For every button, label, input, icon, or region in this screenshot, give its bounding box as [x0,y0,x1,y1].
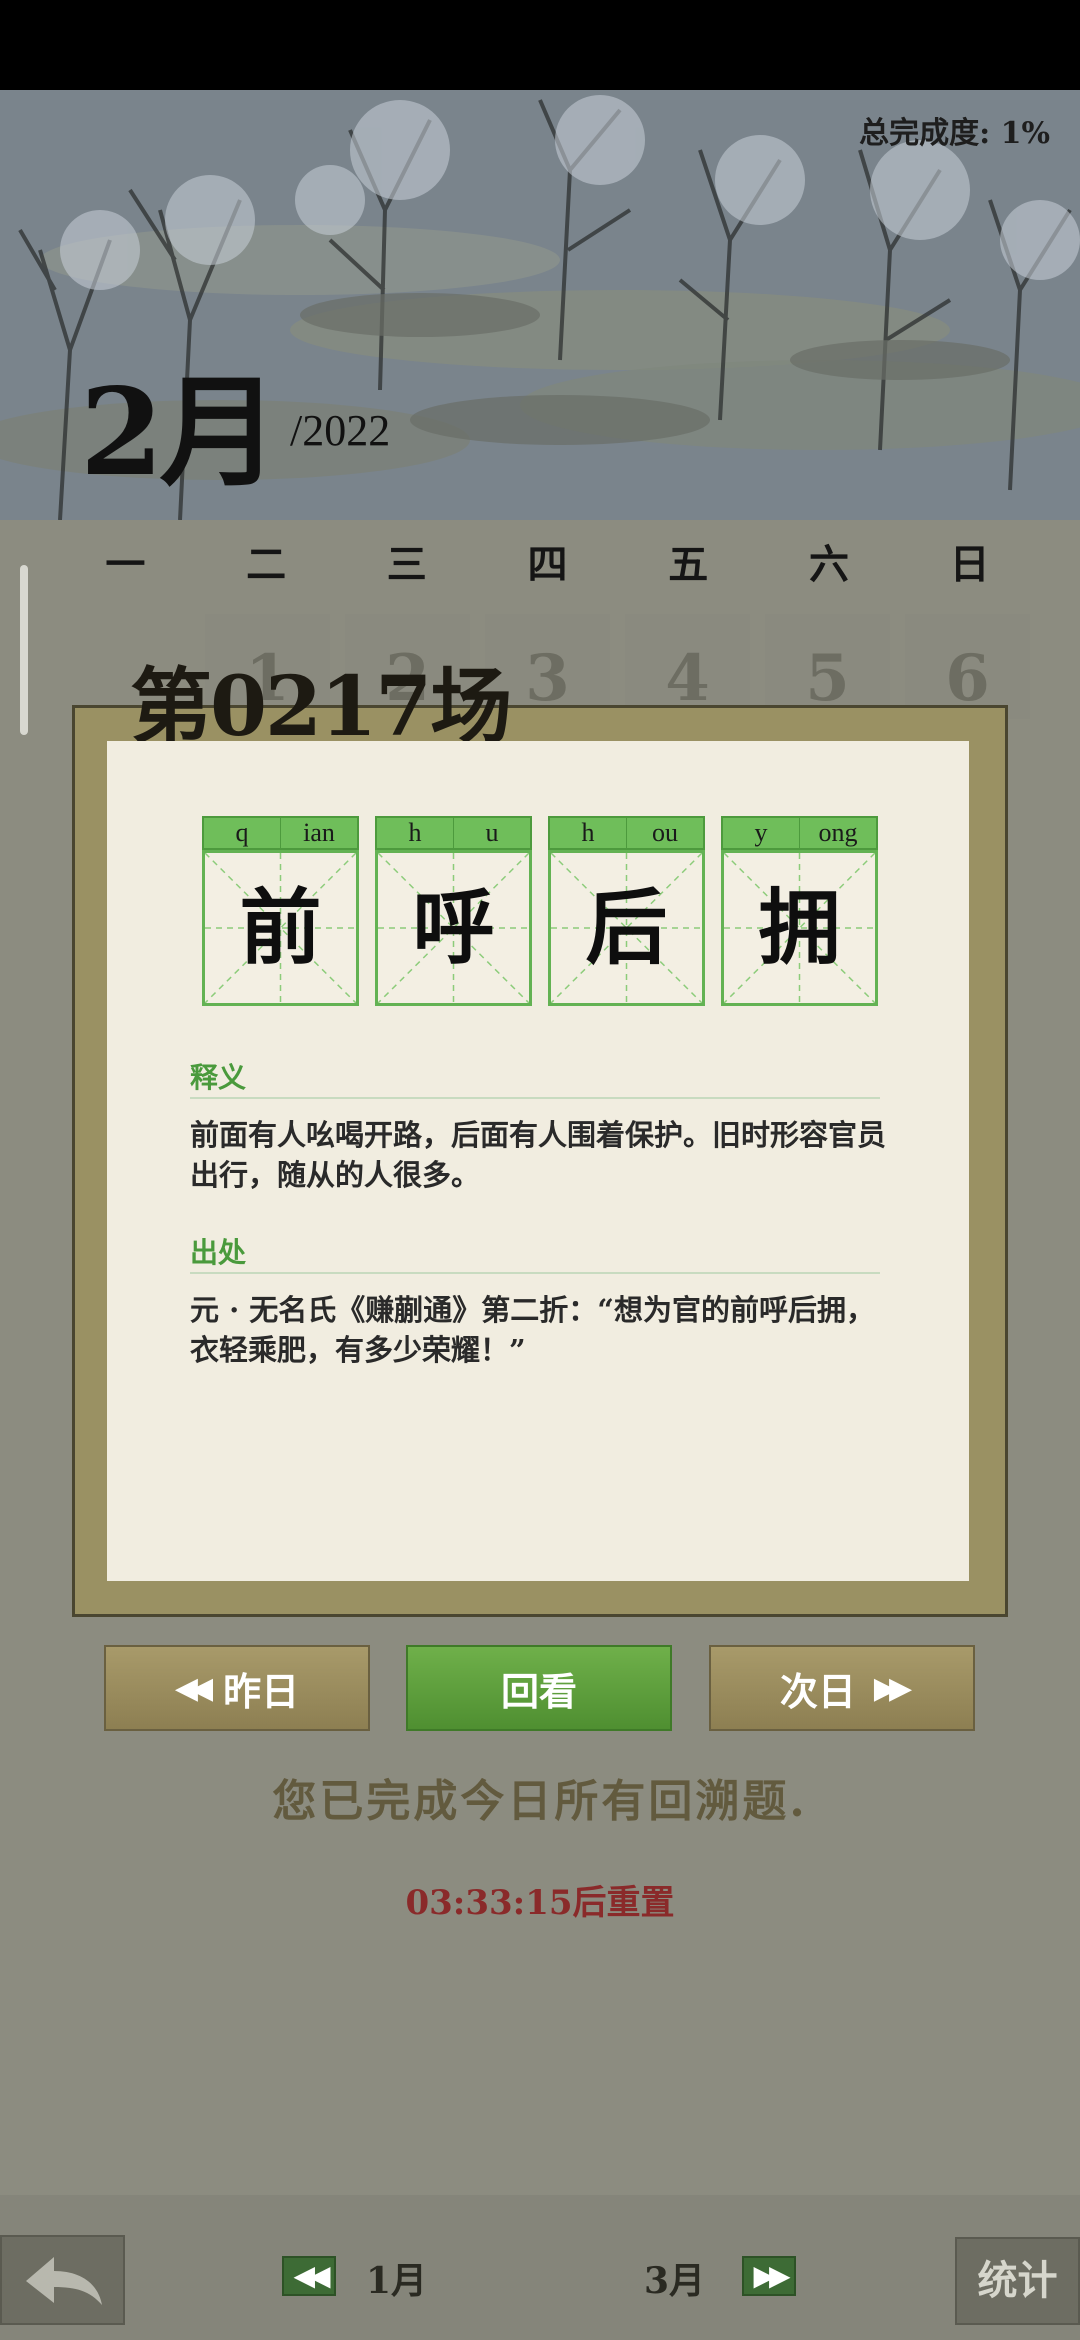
bottom-nav-bar [0,2195,1080,2340]
calendar-day[interactable]: 6 [905,614,1030,719]
weekday-label: 五 [668,541,709,588]
idiom-tile: y ong 拥 [721,816,878,1006]
character-grid: 前 [202,850,359,1006]
meaning-text: 前面有人吆喝开路，后面有人围着保护。旧时形容官员出行，随从的人很多。 [190,1118,887,1192]
character-grid: 后 [548,850,705,1006]
weekday-label: 六 [808,541,849,588]
back-button[interactable] [0,2235,125,2325]
completion-message: 您已完成今日所有回溯题. [272,1776,808,1827]
next-month-label[interactable]: 3月 [644,2252,705,2304]
weekday-label: 一 [105,541,146,588]
source-label: 出处 [190,1236,247,1269]
idiom-character: 前 [239,880,322,976]
pinyin-initial: q [204,818,281,848]
header-painting: 总完成度: 1% 2月 /2022 [0,90,1080,520]
meaning-label: 释义 [190,1061,247,1094]
calendar-day[interactable]: 4 [625,614,750,719]
double-right-arrow-icon: ▶▶ [873,1670,912,1706]
idiom-tiles: q ian 前 h u 呼 h ou 后 y ong 拥 [202,816,882,1006]
current-year: /2022 [290,406,391,455]
weekday-label: 四 [527,541,568,588]
pinyin-final: ong [818,818,858,847]
weekday-label: 三 [386,541,427,588]
prev-month-button[interactable]: ◀◀ [282,2256,336,2296]
pinyin-row: y ong [721,816,878,850]
stats-button[interactable]: 统计 [955,2237,1080,2325]
double-left-arrow-icon: ◀◀ [174,1670,213,1706]
pinyin-final: u [485,818,499,847]
previous-day-label: 昨日 [223,1668,300,1714]
meaning-divider [190,1097,880,1099]
idiom-tile: h u 呼 [375,816,532,1006]
source-text: 元 · 无名氏《赚蒯通》第二折：“想为官的前呼后拥，衣轻乘肥，有多少荣耀！” [190,1293,875,1367]
idiom-tile: q ian 前 [202,816,359,1006]
next-month-button[interactable]: ▶▶ [742,2256,796,2296]
pinyin-initial: h [377,818,454,848]
idiom-character: 后 [585,880,668,976]
idiom-tile: h ou 后 [548,816,705,1006]
weekday-label: 日 [949,541,990,588]
idiom-character: 拥 [758,880,841,976]
review-button[interactable]: 回看 [406,1645,672,1731]
current-month: 2月 [80,362,279,503]
next-day-button[interactable]: 次日 ▶▶ [709,1645,975,1731]
source-divider [190,1272,880,1274]
review-label: 回看 [500,1668,577,1714]
pinyin-row: h u [375,816,532,850]
weekday-header: 一 二 三 四 五 六 日 [55,530,1040,600]
previous-day-button[interactable]: ◀◀ 昨日 [104,1645,370,1731]
pinyin-initial: y [723,818,800,848]
character-grid: 拥 [721,850,878,1006]
pinyin-final: ou [652,818,678,847]
pinyin-row: q ian [202,816,359,850]
idiom-character: 呼 [412,880,495,976]
reset-countdown: 03:33:15后重置 [405,1883,675,1923]
pinyin-final: ian [303,818,335,847]
pinyin-initial: h [550,818,627,848]
scroll-indicator[interactable] [20,565,28,735]
character-grid: 呼 [375,850,532,1006]
prev-month-label[interactable]: 1月 [366,2252,427,2304]
total-progress-label: 总完成度: 1% [859,116,1050,151]
next-day-label: 次日 [779,1668,856,1714]
weekday-label: 二 [246,541,287,588]
status-bar [0,0,1080,90]
back-arrow-icon [26,2257,102,2305]
idiom-card: q ian 前 h u 呼 h ou 后 y ong 拥 释义 前面有人吆喝开路… [107,741,969,1581]
calendar-day[interactable]: 5 [765,614,890,719]
pinyin-row: h ou [548,816,705,850]
